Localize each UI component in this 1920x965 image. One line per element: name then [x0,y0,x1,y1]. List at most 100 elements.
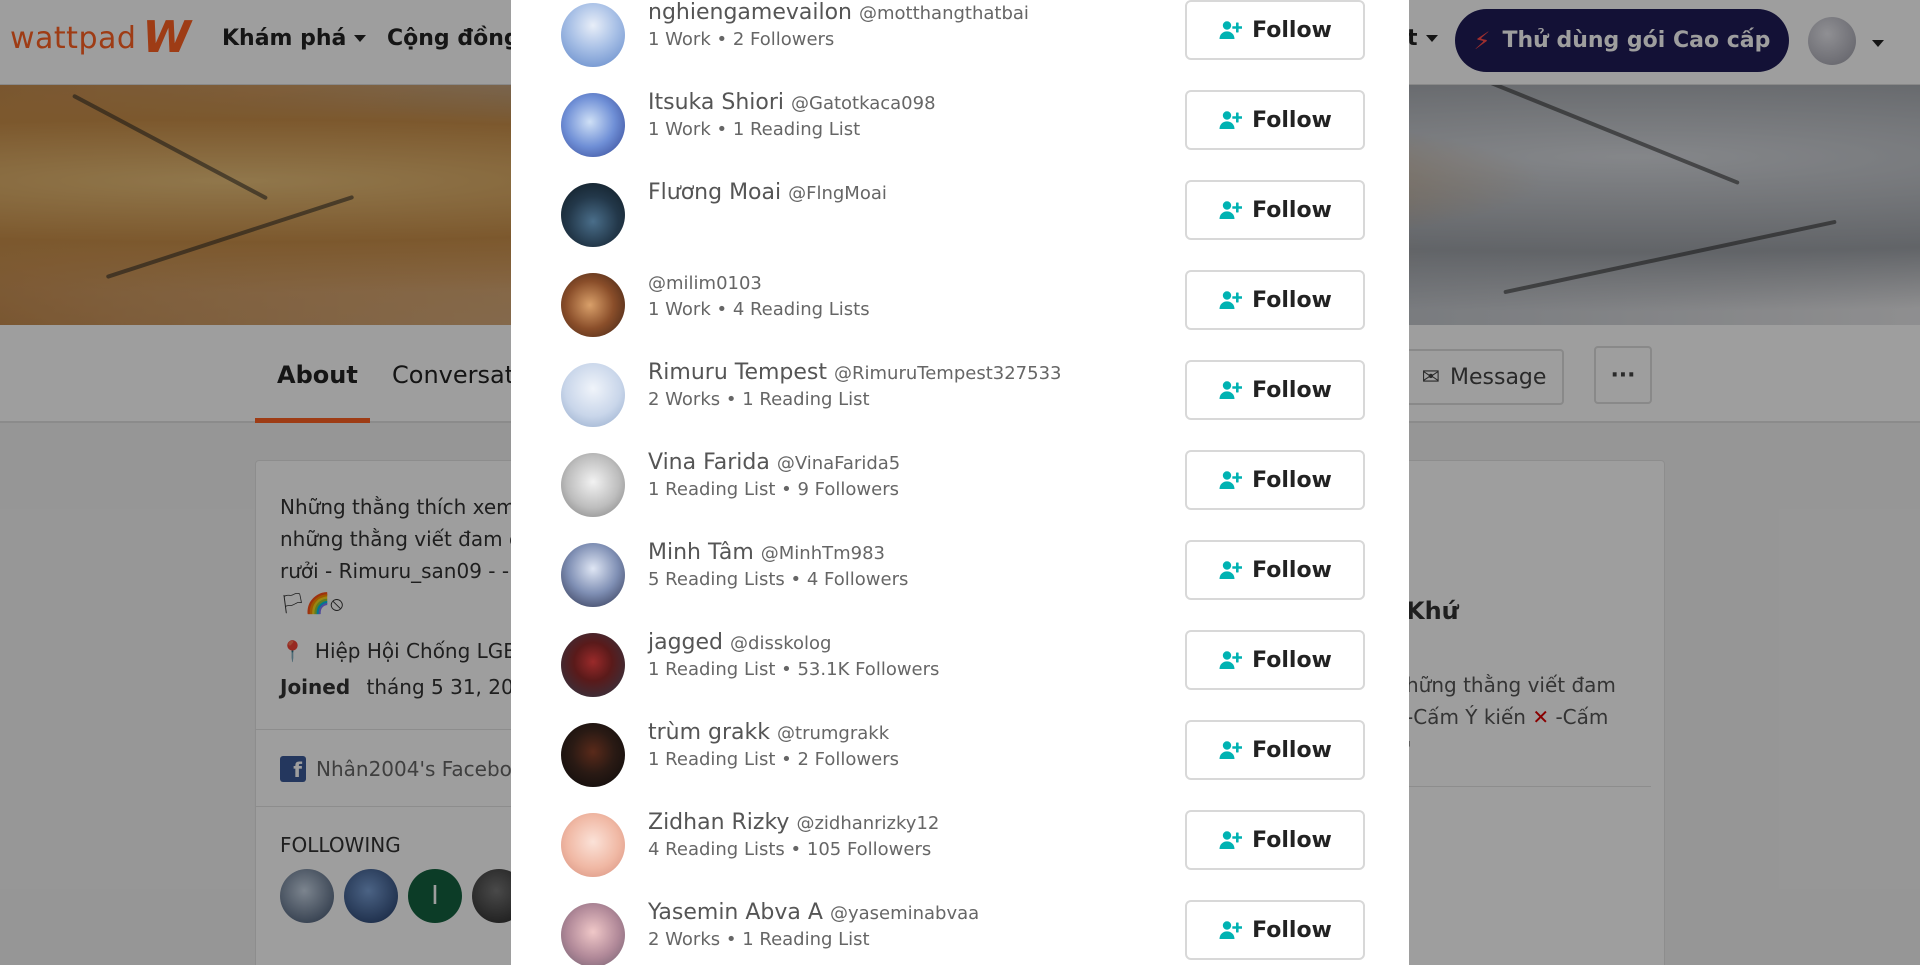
follower-name[interactable]: jagged [648,630,723,655]
follow-button-label: Follow [1252,557,1332,583]
follower-stats: 2 Works • 1 Reading List [648,389,870,410]
follow-button-label: Follow [1252,287,1332,313]
follower-info: @milim0103 1 Work • 4 Reading Lists [648,270,870,320]
follow-button-label: Follow [1252,647,1332,673]
follower-stats: 1 Reading List • 2 Followers [648,749,899,770]
add-user-icon [1219,651,1243,669]
follower-info: Rimuru Tempest @RimuruTempest327533 2 Wo… [648,360,1061,410]
follower-name[interactable]: Yasemin Abva A [648,900,823,925]
add-user-icon [1219,201,1243,219]
follower-row: trùm grakk @trumgrakk 1 Reading List • 2… [511,703,1409,793]
follower-handle[interactable]: @disskolog [730,633,831,654]
follower-handle[interactable]: @VinaFarida5 [777,453,900,474]
follow-button[interactable]: Follow [1185,810,1365,870]
follower-name-line: @milim0103 [648,270,870,295]
follower-avatar[interactable] [561,3,625,67]
follower-name-line: Vina Farida @VinaFarida5 [648,450,900,475]
follower-row: Itsuka Shiori @Gatotkaca098 1 Work • 1 R… [511,73,1409,163]
follower-handle[interactable]: @yaseminabvaa [830,903,979,924]
follower-name[interactable]: Rimuru Tempest [648,360,827,385]
follow-button[interactable]: Follow [1185,720,1365,780]
follower-handle[interactable]: @zidhanrizky12 [796,813,939,834]
follow-button-label: Follow [1252,467,1332,493]
follow-button[interactable]: Follow [1185,270,1365,330]
follow-button-label: Follow [1252,197,1332,223]
add-user-icon [1219,111,1243,129]
follower-name[interactable]: Zidhan Rizky [648,810,789,835]
follower-avatar[interactable] [561,633,625,697]
follower-avatar[interactable] [561,453,625,517]
follower-name[interactable]: Fl­ương Moai [648,180,781,205]
add-user-icon [1219,921,1243,939]
followers-modal: nghiengamevailon @motthangthatbai 1 Work… [511,0,1409,965]
follower-row: @milim0103 1 Work • 4 Reading Lists Foll… [511,253,1409,343]
follower-name-line: Fl­ương Moai @FlngMoai [648,180,887,205]
follow-button-label: Follow [1252,917,1332,943]
follower-info: Fl­ương Moai @FlngMoai [648,180,887,209]
follower-name-line: Minh Tâm @MinhTm983 [648,540,908,565]
follower-handle[interactable]: @RimuruTempest327533 [834,363,1061,384]
follower-avatar[interactable] [561,273,625,337]
follow-button[interactable]: Follow [1185,0,1365,60]
follow-button[interactable]: Follow [1185,450,1365,510]
follower-handle[interactable]: @MinhTm983 [761,543,885,564]
follower-row: Yasemin Abva A @yaseminabvaa 2 Works • 1… [511,883,1409,965]
follower-row: Fl­ương Moai @FlngMoai Follow [511,163,1409,253]
follower-handle[interactable]: @FlngMoai [788,183,887,204]
follower-info: Itsuka Shiori @Gatotkaca098 1 Work • 1 R… [648,90,936,140]
follow-button-label: Follow [1252,107,1332,133]
follower-stats: 1 Reading List • 53.1K Followers [648,659,940,680]
follow-button[interactable]: Follow [1185,180,1365,240]
follow-button[interactable]: Follow [1185,900,1365,960]
follower-handle[interactable]: @trumgrakk [777,723,889,744]
follower-row: nghiengamevailon @motthangthatbai 1 Work… [511,0,1409,73]
add-user-icon [1219,21,1243,39]
follow-button[interactable]: Follow [1185,90,1365,150]
follower-stats: 1 Reading List • 9 Followers [648,479,899,500]
follower-avatar[interactable] [561,903,625,965]
follower-name-line: Yasemin Abva A @yaseminabvaa [648,900,979,925]
follower-stats: 2 Works • 1 Reading List [648,929,870,950]
follower-name[interactable]: Vina Farida [648,450,770,475]
follower-name[interactable]: trùm grakk [648,720,770,745]
follower-stats: 1 Work • 1 Reading List [648,119,861,140]
follower-stats: 5 Reading Lists • 4 Followers [648,569,909,590]
follower-name-line: Rimuru Tempest @RimuruTempest327533 [648,360,1061,385]
follow-button[interactable]: Follow [1185,540,1365,600]
add-user-icon [1219,741,1243,759]
follower-handle[interactable]: @motthangthatbai [859,3,1029,24]
follower-row: Minh Tâm @MinhTm983 5 Reading Lists • 4 … [511,523,1409,613]
follower-avatar[interactable] [561,93,625,157]
follower-handle[interactable]: @milim0103 [648,273,762,294]
follower-name-line: jagged @disskolog [648,630,939,655]
add-user-icon [1219,561,1243,579]
follower-name-line: Itsuka Shiori @Gatotkaca098 [648,90,936,115]
add-user-icon [1219,471,1243,489]
follower-name[interactable]: Itsuka Shiori [648,90,784,115]
add-user-icon [1219,381,1243,399]
follow-button-label: Follow [1252,737,1332,763]
add-user-icon [1219,831,1243,849]
follower-info: Zidhan Rizky @zidhanrizky12 4 Reading Li… [648,810,939,860]
follow-button[interactable]: Follow [1185,360,1365,420]
follower-avatar[interactable] [561,543,625,607]
follower-avatar[interactable] [561,183,625,247]
follower-name[interactable]: nghiengamevailon [648,0,852,25]
follower-handle[interactable]: @Gatotkaca098 [791,93,936,114]
follower-avatar[interactable] [561,723,625,787]
follower-info: Yasemin Abva A @yaseminabvaa 2 Works • 1… [648,900,979,950]
add-user-icon [1219,291,1243,309]
follower-stats: 4 Reading Lists • 105 Followers [648,839,932,860]
follower-info: Vina Farida @VinaFarida5 1 Reading List … [648,450,900,500]
follower-name[interactable]: Minh Tâm [648,540,754,565]
follow-button-label: Follow [1252,377,1332,403]
follow-button-label: Follow [1252,17,1332,43]
follow-button[interactable]: Follow [1185,630,1365,690]
follower-row: Vina Farida @VinaFarida5 1 Reading List … [511,433,1409,523]
follower-avatar[interactable] [561,813,625,877]
follower-avatar[interactable] [561,363,625,427]
follower-row: Rimuru Tempest @RimuruTempest327533 2 Wo… [511,343,1409,433]
follower-info: trùm grakk @trumgrakk 1 Reading List • 2… [648,720,899,770]
follower-row: Zidhan Rizky @zidhanrizky12 4 Reading Li… [511,793,1409,883]
follower-name-line: Zidhan Rizky @zidhanrizky12 [648,810,939,835]
